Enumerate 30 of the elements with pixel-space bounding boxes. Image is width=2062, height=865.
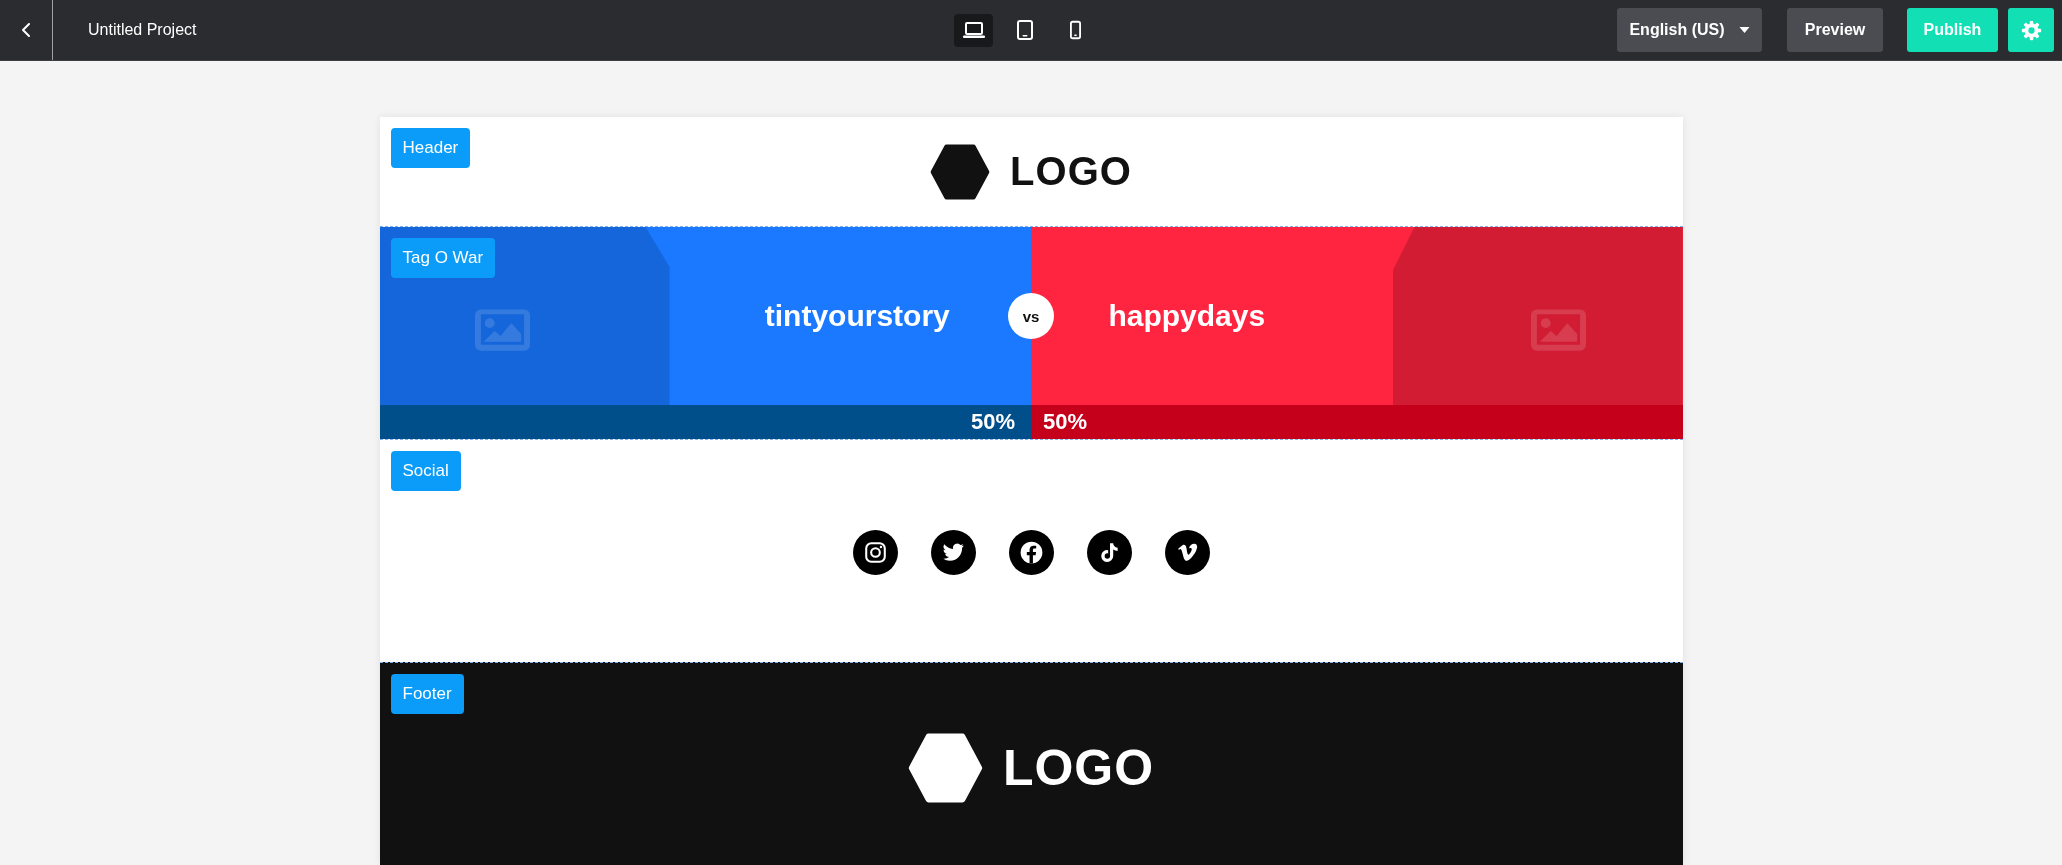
project-title: Untitled Project [88,21,197,39]
team-name: tintyourstory [764,299,950,333]
preview-button[interactable]: Preview [1787,8,1883,52]
settings-icon [2020,19,2042,41]
section-label[interactable]: Footer [390,674,464,714]
section-label[interactable]: Header [390,128,471,168]
percent-label: 50% [1043,409,1088,435]
hexagon-logo-icon [930,143,991,200]
logo-text: LOGO [1010,149,1132,194]
section-label[interactable]: Tag O War [390,238,496,278]
publish-button[interactable]: Publish [1907,8,1998,52]
tiktok-icon[interactable] [1086,529,1132,575]
instagram-icon[interactable] [852,529,898,575]
logo-text: LOGO [1002,739,1155,797]
device-button[interactable] [954,13,993,47]
language-dropdown[interactable]: English (US) [1617,8,1762,52]
laptop-icon [962,22,985,38]
image-icon [475,309,530,351]
hexagon-logo-icon [907,733,983,803]
vimeo-icon[interactable] [1164,529,1210,575]
facebook-icon[interactable] [1008,529,1054,575]
percent-label: 50% [970,409,1015,435]
team-name: happydays [1108,299,1266,333]
caret-icon [1738,27,1750,33]
back-icon [22,23,30,37]
phone-icon [1070,20,1081,40]
image-icon [1531,309,1586,351]
section-label[interactable]: Social [390,451,461,491]
tablet-icon [1016,20,1033,40]
twitter-icon[interactable] [930,529,976,575]
